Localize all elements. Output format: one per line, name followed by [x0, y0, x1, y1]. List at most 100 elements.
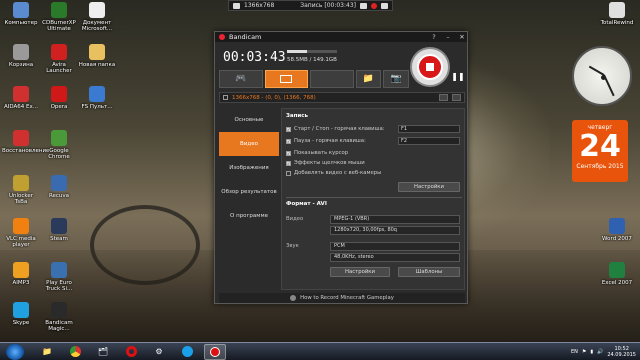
skype-icon: [181, 346, 193, 357]
desktop-icon-label: Новая папка: [78, 62, 116, 68]
minimize-button[interactable]: –: [443, 33, 453, 41]
app-icon: [13, 218, 29, 234]
desktop-icon[interactable]: Google Chrome: [40, 130, 78, 160]
game-mode-button[interactable]: 🎮: [219, 70, 263, 88]
desktop-icon[interactable]: Unlocker TsBa: [2, 175, 40, 205]
desktop-icon-label: Excel 2007: [601, 280, 633, 286]
option-pause[interactable]: ✓ Пауза - горячая клавиша:: [286, 138, 366, 144]
option-click-effects[interactable]: ✓ Эффекты щелчков мыши: [286, 160, 365, 166]
region-expand-button[interactable]: [452, 94, 461, 101]
gamepad-icon: 🎮: [235, 74, 247, 84]
title-bar[interactable]: Bandicam ? – ✕: [215, 32, 467, 42]
tray-clock[interactable]: 10:52 24.09.2015: [607, 346, 636, 358]
files-icon: 🗂: [97, 347, 109, 356]
taskbar-opera[interactable]: [120, 344, 142, 360]
sidebar-item-about[interactable]: О программе: [219, 204, 279, 228]
taskbar-files[interactable]: 🗂: [92, 344, 114, 360]
window-title: Bandicam: [229, 33, 262, 41]
stop-record-button[interactable]: [410, 47, 450, 87]
camera-icon[interactable]: [360, 2, 367, 9]
bandicam-window: Bandicam ? – ✕ 00:03:43 58.5MB / 149.1GB…: [214, 31, 468, 304]
sidebar-item-images[interactable]: Изображения: [219, 156, 279, 180]
templates-button[interactable]: Шаблоны: [398, 267, 460, 277]
format-settings-button[interactable]: Настройки: [330, 267, 390, 277]
desktop-icon[interactable]: AIMP3: [2, 262, 40, 286]
sidebar-item-results[interactable]: Обзор результатов: [219, 180, 279, 204]
checkbox[interactable]: ✓: [286, 126, 291, 132]
checkbox[interactable]: ✓: [286, 150, 291, 156]
taskbar-explorer[interactable]: 📁: [36, 344, 58, 360]
checkbox[interactable]: ✓: [286, 138, 291, 144]
taskbar-chrome[interactable]: [64, 344, 86, 360]
desktop-icon-label: TotalRewind: [600, 20, 634, 26]
info-icon: [290, 295, 297, 301]
help-button[interactable]: ?: [429, 33, 439, 41]
recording-timer: 00:03:43: [223, 50, 286, 65]
desktop-icon[interactable]: CDBurnerXP Ultimate: [40, 2, 78, 32]
checkbox[interactable]: [286, 170, 291, 176]
pause-button[interactable]: ❚❚: [451, 72, 465, 86]
region-checkbox[interactable]: [223, 95, 228, 100]
app-icon: [13, 44, 29, 60]
app-icon: [13, 175, 29, 191]
language-indicator[interactable]: EN: [571, 349, 578, 355]
desktop-icon[interactable]: Opera: [40, 86, 78, 110]
desktop-icon-label: Steam: [50, 236, 68, 242]
app-icon: [609, 262, 625, 278]
option-webcam[interactable]: Добавлять видео с веб-камеры: [286, 170, 381, 176]
taskbar-bandicam[interactable]: [204, 343, 226, 360]
desktop-icon[interactable]: Новая папка: [78, 44, 116, 68]
sidebar-item-general[interactable]: Основные: [219, 108, 279, 132]
video-details-field: 1280x720, 30,00fps, 80q: [330, 226, 460, 235]
option-start-stop[interactable]: ✓ Старт / Стоп - горячая клавиша:: [286, 126, 385, 132]
region-option-button[interactable]: [439, 94, 448, 101]
desktop-icon[interactable]: Документ Microsoft...: [78, 2, 116, 32]
desktop-icon[interactable]: Skype: [2, 302, 40, 326]
record-settings-button[interactable]: Настройки: [398, 182, 460, 192]
record-icon[interactable]: [371, 2, 377, 9]
desktop-icon[interactable]: Bandicam Magic...: [40, 302, 78, 332]
desktop-icon[interactable]: AIDA64 Ex...: [2, 86, 40, 110]
desktop-icon-label: Google Chrome: [48, 148, 70, 160]
video-codec-field: MPEG-1 (VBR): [330, 215, 460, 224]
steam-icon: ⚙: [155, 347, 163, 356]
app-icon: [51, 44, 67, 60]
desktop-icon-label: Компьютер: [4, 20, 38, 26]
recording-resolution: 1366x768: [244, 2, 275, 9]
start-stop-hotkey-field[interactable]: F1: [398, 125, 460, 133]
desktop-icon[interactable]: Steam: [40, 218, 78, 242]
desktop-icon[interactable]: Word 2007: [598, 218, 636, 242]
option-show-cursor[interactable]: ✓ Показывать курсор: [286, 150, 348, 156]
desktop-icon[interactable]: Excel 2007: [598, 262, 636, 286]
desktop-icon[interactable]: Recuva: [40, 175, 78, 199]
close-button[interactable]: ✕: [457, 33, 467, 41]
desktop-icon[interactable]: Play Euro Truck Si...: [40, 262, 78, 292]
device-mode-button[interactable]: [310, 70, 354, 88]
network-icon[interactable]: ▮: [590, 349, 593, 355]
desktop-icon[interactable]: FS Пульт...: [78, 86, 116, 110]
desktop-icon[interactable]: Восстановление: [2, 130, 49, 154]
record-section-title: Запись: [286, 113, 309, 119]
folder-icon: 📁: [362, 74, 375, 84]
desktop-icon[interactable]: Корзина: [2, 44, 40, 68]
pause-hotkey-field[interactable]: F2: [398, 137, 460, 145]
window-icon[interactable]: [381, 2, 388, 9]
sidebar-item-video[interactable]: Видео: [219, 132, 279, 156]
volume-icon[interactable]: 🔊: [597, 349, 603, 355]
desktop-icon[interactable]: Avira Launcher: [40, 44, 78, 74]
desktop-icon[interactable]: Компьютер: [2, 2, 40, 26]
tray-flag-icon[interactable]: ⚑: [582, 349, 586, 355]
region-bar[interactable]: 1366x768 - (0, 0), (1366, 768): [219, 92, 465, 103]
screen-mode-button[interactable]: [264, 70, 309, 88]
footer-link[interactable]: How to Record Minecraft Gameplay: [219, 293, 465, 303]
taskbar-steam[interactable]: ⚙: [148, 344, 170, 360]
folder-button[interactable]: 📁: [355, 70, 382, 88]
checkbox[interactable]: ✓: [286, 160, 291, 166]
desktop-icon[interactable]: VLC media player: [2, 218, 40, 248]
screenshot-button[interactable]: 📷: [383, 70, 409, 88]
opera-icon: [125, 346, 137, 357]
taskbar-skype[interactable]: [176, 344, 198, 360]
app-icon: [51, 262, 67, 278]
desktop-icon[interactable]: TotalRewind: [598, 2, 636, 26]
start-button[interactable]: [6, 343, 24, 360]
